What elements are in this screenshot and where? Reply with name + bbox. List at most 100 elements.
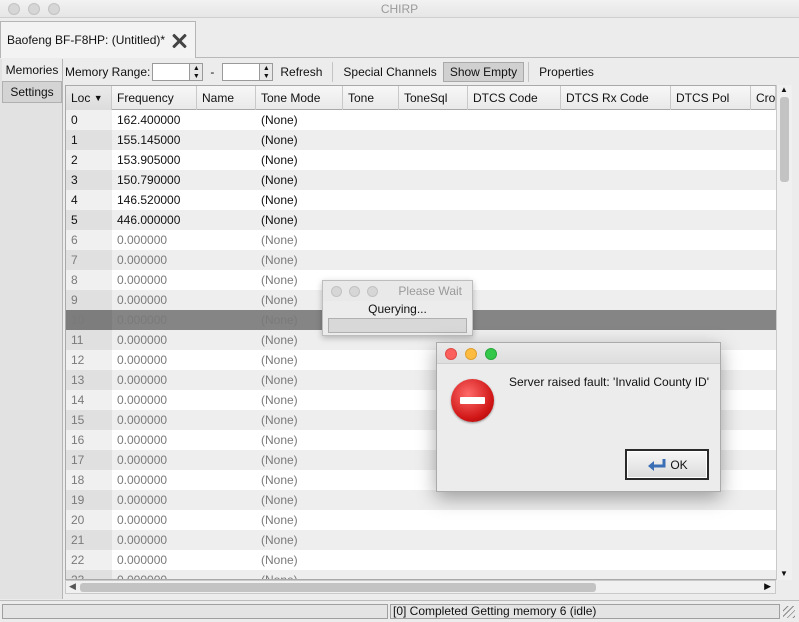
- cell-frequency[interactable]: 0.000000: [112, 470, 197, 490]
- cell-cross[interactable]: [751, 230, 776, 250]
- cell-loc[interactable]: 17: [66, 450, 112, 470]
- cell-tone[interactable]: [343, 570, 399, 579]
- cell-tone[interactable]: [343, 110, 399, 130]
- cell-loc[interactable]: 20: [66, 510, 112, 530]
- cell-tone[interactable]: [343, 390, 399, 410]
- cell-frequency[interactable]: 0.000000: [112, 550, 197, 570]
- cell-dtcs-code[interactable]: [468, 310, 561, 330]
- column-header-tonesql[interactable]: ToneSql: [399, 86, 468, 110]
- spin-up-icon[interactable]: ▲: [193, 65, 200, 72]
- range-to-input[interactable]: [222, 63, 261, 81]
- cell-dtcs-pol[interactable]: [671, 190, 751, 210]
- cell-frequency[interactable]: 0.000000: [112, 230, 197, 250]
- table-row[interactable]: 1 155.145000 (None): [66, 130, 776, 150]
- cell-dtcs-code[interactable]: [468, 270, 561, 290]
- cell-cross[interactable]: [751, 450, 776, 470]
- horizontal-scroll-thumb[interactable]: [80, 583, 596, 592]
- cell-tone-mode[interactable]: (None): [256, 230, 343, 250]
- cell-cross[interactable]: [751, 470, 776, 490]
- cell-dtcs-pol[interactable]: [671, 530, 751, 550]
- close-tab-icon[interactable]: [171, 33, 187, 49]
- cell-cross[interactable]: [751, 110, 776, 130]
- cell-name[interactable]: [197, 530, 256, 550]
- cell-dtcs-pol[interactable]: [671, 170, 751, 190]
- cell-frequency[interactable]: 146.520000: [112, 190, 197, 210]
- cell-tone[interactable]: [343, 450, 399, 470]
- table-row[interactable]: 7 0.000000 (None): [66, 250, 776, 270]
- cell-frequency[interactable]: 153.905000: [112, 150, 197, 170]
- cell-dtcs-code[interactable]: [468, 550, 561, 570]
- range-to-arrows[interactable]: ▲ ▼: [260, 63, 274, 81]
- cell-cross[interactable]: [751, 270, 776, 290]
- cell-frequency[interactable]: 0.000000: [112, 270, 197, 290]
- column-header-dtcs-pol[interactable]: DTCS Pol: [671, 86, 751, 110]
- cell-tone-mode[interactable]: (None): [256, 210, 343, 230]
- scroll-up-icon[interactable]: ▲: [780, 85, 788, 94]
- cell-loc[interactable]: 16: [66, 430, 112, 450]
- cell-dtcs-pol[interactable]: [671, 130, 751, 150]
- cell-frequency[interactable]: 446.000000: [112, 210, 197, 230]
- cell-cross[interactable]: [751, 490, 776, 510]
- minimize-window-button[interactable]: [465, 348, 477, 360]
- table-row[interactable]: 5 446.000000 (None): [66, 210, 776, 230]
- cell-tone-mode[interactable]: (None): [256, 570, 343, 579]
- cell-dtcs-pol[interactable]: [671, 290, 751, 310]
- cell-dtcs-pol[interactable]: [671, 570, 751, 579]
- cell-loc[interactable]: 5: [66, 210, 112, 230]
- cell-frequency[interactable]: 0.000000: [112, 450, 197, 470]
- cell-name[interactable]: [197, 470, 256, 490]
- tab-memories[interactable]: Memories: [2, 59, 62, 81]
- cell-cross[interactable]: [751, 390, 776, 410]
- column-header-name[interactable]: Name: [197, 86, 256, 110]
- cell-frequency[interactable]: 0.000000: [112, 490, 197, 510]
- column-header-dtcs-rx-code[interactable]: DTCS Rx Code: [561, 86, 671, 110]
- cell-loc[interactable]: 12: [66, 350, 112, 370]
- cell-name[interactable]: [197, 270, 256, 290]
- cell-tone-mode[interactable]: (None): [256, 370, 343, 390]
- ok-button[interactable]: OK: [625, 449, 709, 480]
- column-header-tone-mode[interactable]: Tone Mode: [256, 86, 343, 110]
- zoom-window-button[interactable]: [367, 286, 378, 297]
- cell-frequency[interactable]: 0.000000: [112, 310, 197, 330]
- cell-name[interactable]: [197, 110, 256, 130]
- cell-name[interactable]: [197, 450, 256, 470]
- cell-frequency[interactable]: 0.000000: [112, 290, 197, 310]
- cell-name[interactable]: [197, 370, 256, 390]
- cell-frequency[interactable]: 0.000000: [112, 430, 197, 450]
- table-row[interactable]: 0 162.400000 (None): [66, 110, 776, 130]
- cell-frequency[interactable]: 150.790000: [112, 170, 197, 190]
- cell-tone-mode[interactable]: (None): [256, 550, 343, 570]
- cell-frequency[interactable]: 162.400000: [112, 110, 197, 130]
- cell-dtcs-pol[interactable]: [671, 110, 751, 130]
- cell-loc[interactable]: 15: [66, 410, 112, 430]
- cell-tone[interactable]: [343, 350, 399, 370]
- cell-cross[interactable]: [751, 170, 776, 190]
- show-empty-toggle[interactable]: Show Empty: [442, 62, 525, 82]
- cell-tone[interactable]: [343, 370, 399, 390]
- scroll-right-icon[interactable]: ▶: [764, 581, 771, 592]
- cell-name[interactable]: [197, 250, 256, 270]
- close-window-button[interactable]: [331, 286, 342, 297]
- vertical-scrollbar[interactable]: ▲ ▼: [776, 85, 792, 580]
- cell-name[interactable]: [197, 290, 256, 310]
- cell-dtcs-rx-code[interactable]: [561, 210, 671, 230]
- cell-loc[interactable]: 9: [66, 290, 112, 310]
- cell-cross[interactable]: [751, 250, 776, 270]
- cell-loc[interactable]: 11: [66, 330, 112, 350]
- tab-settings[interactable]: Settings: [2, 81, 62, 103]
- cell-name[interactable]: [197, 390, 256, 410]
- table-row[interactable]: 3 150.790000 (None): [66, 170, 776, 190]
- cell-tonesql[interactable]: [399, 110, 468, 130]
- cell-dtcs-code[interactable]: [468, 490, 561, 510]
- cell-name[interactable]: [197, 130, 256, 150]
- cell-tone-mode[interactable]: (None): [256, 450, 343, 470]
- vertical-scroll-thumb[interactable]: [780, 97, 789, 182]
- cell-name[interactable]: [197, 430, 256, 450]
- cell-tone-mode[interactable]: (None): [256, 350, 343, 370]
- cell-dtcs-rx-code[interactable]: [561, 530, 671, 550]
- cell-dtcs-pol[interactable]: [671, 490, 751, 510]
- cell-cross[interactable]: [751, 370, 776, 390]
- cell-dtcs-pol[interactable]: [671, 270, 751, 290]
- cell-cross[interactable]: [751, 150, 776, 170]
- cell-tone[interactable]: [343, 230, 399, 250]
